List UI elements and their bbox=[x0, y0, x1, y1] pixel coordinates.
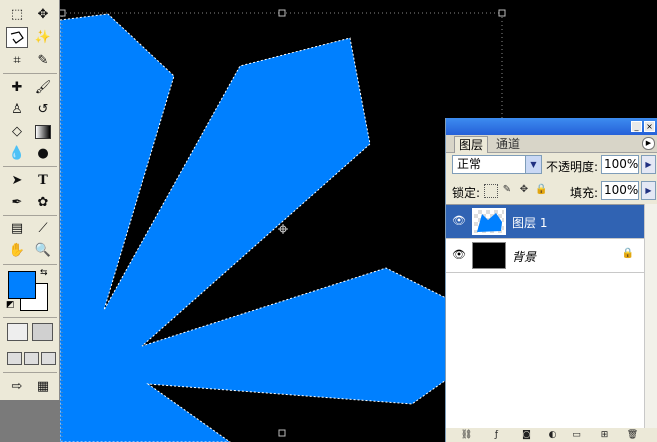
lock-label: 锁定: bbox=[452, 186, 481, 200]
blend-row: 正常 ▼ 不透明度: 100% ▶ bbox=[446, 154, 657, 176]
layer-style-icon[interactable]: ƒ bbox=[490, 429, 503, 441]
chevron-down-icon[interactable]: ▼ bbox=[525, 156, 541, 173]
eraser-icon[interactable]: ◇ bbox=[6, 121, 28, 142]
screen-mode-full-menu-icon[interactable] bbox=[24, 352, 39, 365]
opacity-slider-icon[interactable]: ▶ bbox=[641, 155, 656, 174]
opacity-input[interactable]: 100% bbox=[601, 155, 639, 174]
link-layers-icon[interactable]: ⛓ bbox=[460, 429, 473, 441]
history-brush-icon[interactable]: ↺ bbox=[32, 99, 54, 120]
layer-scrollbar[interactable] bbox=[644, 204, 657, 428]
eye-icon[interactable]: 👁 bbox=[450, 214, 468, 228]
lock-transparent-icon[interactable] bbox=[484, 184, 498, 198]
pen-icon[interactable]: ✒ bbox=[6, 192, 28, 213]
swap-colors-icon[interactable]: ⇆ bbox=[40, 268, 48, 278]
dodge-icon[interactable]: ● bbox=[32, 143, 54, 164]
eyedropper-icon[interactable]: ⟋ bbox=[32, 218, 54, 239]
type-icon[interactable]: T bbox=[32, 170, 54, 191]
default-colors-icon[interactable]: ◩ bbox=[6, 300, 15, 310]
move-icon[interactable]: ✥ bbox=[32, 4, 54, 25]
eye-icon[interactable]: 👁 bbox=[450, 248, 468, 262]
foreground-color-swatch[interactable] bbox=[8, 271, 36, 299]
custom-shape-icon[interactable]: ✿ bbox=[32, 192, 54, 213]
hand-icon[interactable]: ✋ bbox=[6, 240, 28, 261]
screen-mode-standard-icon[interactable] bbox=[7, 352, 22, 365]
fill-input[interactable]: 100% bbox=[601, 181, 639, 200]
lock-icon: 🔒 bbox=[621, 248, 634, 259]
adjustment-layer-icon[interactable]: ◐ bbox=[546, 429, 559, 441]
layers-panel: _ × 图层 通道 ▶ 正常 ▼ 不透明度: 100% ▶ 锁定: ✎ ✥ 🔒 … bbox=[445, 118, 657, 442]
layer-name[interactable]: 背景 bbox=[512, 248, 536, 265]
lock-position-icon[interactable]: ✥ bbox=[518, 184, 530, 196]
brush-icon[interactable]: 🖌 bbox=[32, 77, 54, 98]
panel-tabs: 图层 通道 ▶ bbox=[446, 135, 657, 153]
blur-icon[interactable]: 💧 bbox=[6, 143, 28, 164]
blend-mode-value: 正常 bbox=[457, 157, 482, 171]
jump-to-imageready-icon[interactable]: ⇨ bbox=[6, 376, 28, 397]
blend-mode-select[interactable]: 正常 ▼ bbox=[452, 155, 542, 174]
layer-name[interactable]: 图层 1 bbox=[512, 214, 547, 231]
standard-mode-button[interactable] bbox=[7, 323, 28, 341]
minimize-icon[interactable]: _ bbox=[631, 121, 642, 132]
clone-stamp-icon[interactable]: ♙ bbox=[6, 99, 28, 120]
magic-wand-icon[interactable]: ✨ bbox=[32, 27, 54, 48]
polygonal-lasso-icon[interactable] bbox=[6, 27, 28, 48]
zoom-icon[interactable]: 🔍 bbox=[32, 240, 54, 261]
panel-menu-icon[interactable]: ▶ bbox=[642, 137, 655, 150]
fill-slider-icon[interactable]: ▶ bbox=[641, 181, 656, 200]
layer-row-background[interactable]: 👁 背景 🔒 bbox=[446, 239, 644, 273]
tab-channels[interactable]: 通道 bbox=[492, 136, 524, 152]
layer-thumbnail bbox=[472, 242, 506, 269]
tab-layers[interactable]: 图层 bbox=[454, 136, 489, 153]
opacity-label: 不透明度: bbox=[546, 160, 599, 174]
marquee-icon[interactable]: ⬚ bbox=[6, 4, 28, 25]
lock-image-icon[interactable]: ✎ bbox=[501, 184, 513, 196]
close-icon[interactable]: × bbox=[644, 121, 655, 132]
toolbox: ⬚ ✥ ✨ ⌗ ✎ ✚ 🖌 ♙ ↺ ◇ 💧 ● ➤ T ✒ ✿ ▤ ⟋ ✋ 🔍 … bbox=[0, 0, 60, 400]
new-group-icon[interactable]: ▭ bbox=[570, 429, 583, 441]
layer-list: 👁 图层 1 👁 背景 🔒 bbox=[446, 204, 657, 429]
path-selection-icon[interactable]: ➤ bbox=[6, 170, 28, 191]
layer-row-layer1[interactable]: 👁 图层 1 bbox=[446, 205, 644, 239]
fill-label: 填充: bbox=[570, 186, 599, 200]
gradient-icon[interactable] bbox=[32, 121, 54, 142]
quick-mask-button[interactable] bbox=[32, 323, 53, 341]
panel-footer: ⛓ ƒ ◙ ◐ ▭ ⊞ 🗑 bbox=[446, 428, 657, 442]
layer-thumbnail bbox=[472, 208, 506, 235]
new-layer-icon[interactable]: ⊞ bbox=[598, 429, 611, 441]
layer-mask-icon[interactable]: ◙ bbox=[520, 429, 533, 441]
toolbox-gap bbox=[0, 400, 60, 442]
crop-icon[interactable]: ⌗ bbox=[6, 50, 28, 71]
trash-icon[interactable]: 🗑 bbox=[626, 429, 639, 441]
screen-mode-full-icon[interactable] bbox=[41, 352, 56, 365]
healing-brush-icon[interactable]: ✚ bbox=[6, 77, 28, 98]
notes-icon[interactable]: ▤ bbox=[6, 218, 28, 239]
lock-all-icon[interactable]: 🔒 bbox=[535, 184, 547, 196]
slice-icon[interactable]: ✎ bbox=[32, 50, 54, 71]
panel-titlebar[interactable]: _ × bbox=[446, 118, 657, 135]
lock-row: 锁定: ✎ ✥ 🔒 填充: 100% ▶ bbox=[446, 180, 657, 202]
imageready-icon[interactable]: ▦ bbox=[32, 376, 54, 397]
